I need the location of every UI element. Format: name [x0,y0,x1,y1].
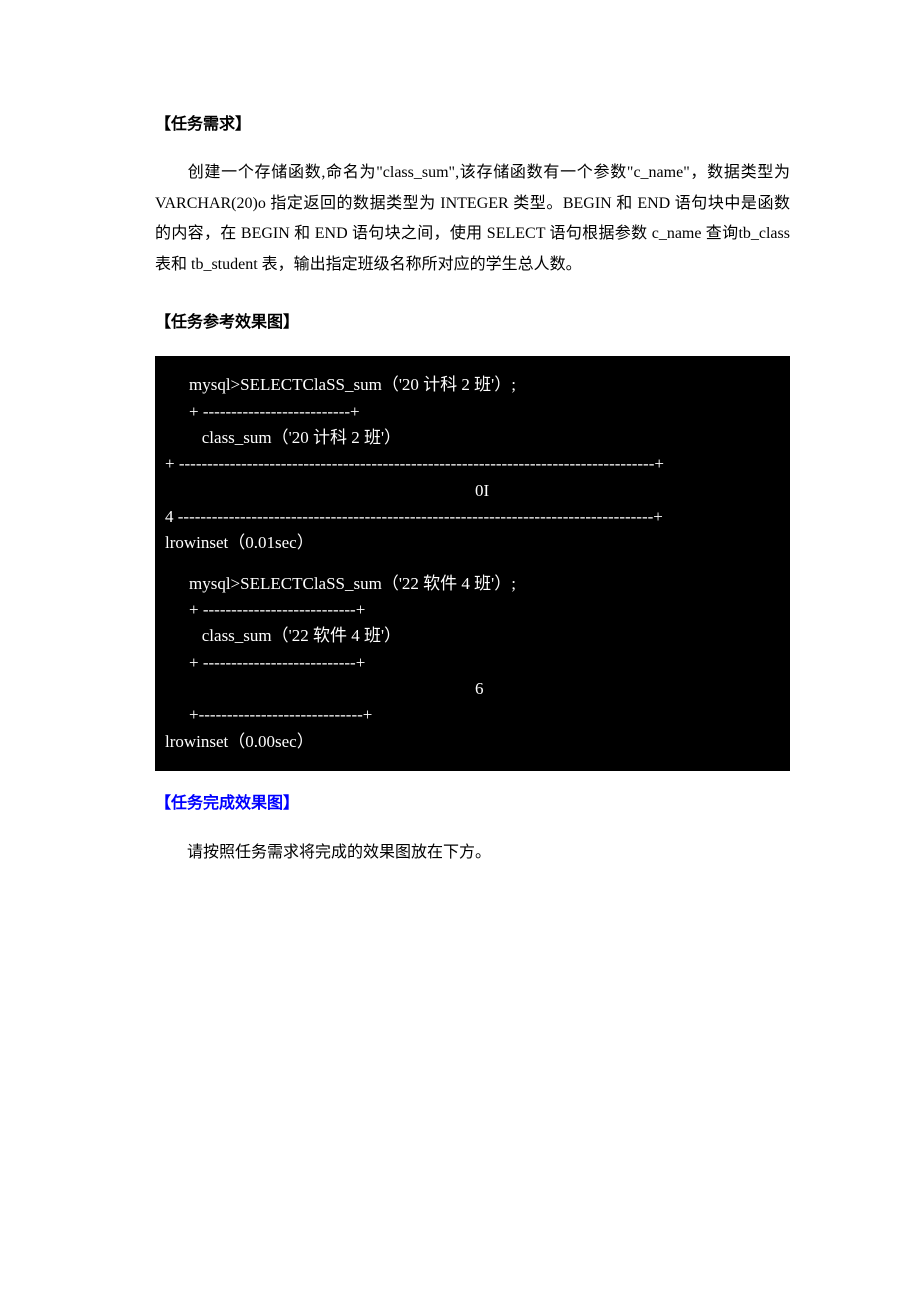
task-completed-heading: 【任务完成效果图】 [155,789,790,819]
task-requirement-heading: 【任务需求】 [155,110,790,140]
terminal-line-sep: + --------------------------+ [155,399,790,425]
document-page: 【任务需求】 创建一个存储函数,命名为"class_sum",该存储函数有一个参… [0,0,920,956]
terminal-line-header1: class_sum（'20 计科 2 班'） [155,425,790,451]
terminal-spacer [155,557,790,571]
task-requirement-body: 创建一个存储函数,命名为"class_sum",该存储函数有一个参数"c_nam… [155,158,790,280]
terminal-line-sep: + --------------------------------------… [155,451,790,477]
terminal-line-query2: mysql>SELECTClaSS_sum（'22 软件 4 班'）; [155,571,790,597]
task-completed-body: 请按照任务需求将完成的效果图放在下方。 [155,838,790,868]
terminal-output: mysql>SELECTClaSS_sum（'20 计科 2 班'）; + --… [155,356,790,771]
task-completed-text: 请按照任务需求将完成的效果图放在下方。 [187,844,491,861]
terminal-line-value2: 6 [155,676,790,702]
terminal-line-rows2: lrowinset（0.00sec） [155,729,790,755]
terminal-line-rows1: lrowinset（0.01sec） [155,530,790,556]
terminal-line-sep: 4 --------------------------------------… [155,504,790,530]
terminal-line-sep: + ---------------------------+ [155,650,790,676]
task-reference-heading: 【任务参考效果图】 [155,308,790,338]
terminal-line-header2: class_sum（'22 软件 4 班'） [155,623,790,649]
terminal-line-sep: +-----------------------------+ [155,702,790,728]
terminal-line-sep: + ---------------------------+ [155,597,790,623]
terminal-line-query1: mysql>SELECTClaSS_sum（'20 计科 2 班'）; [155,372,790,398]
task-requirement-text: 创建一个存储函数,命名为"class_sum",该存储函数有一个参数"c_nam… [155,164,790,272]
terminal-line-value1: 0I [155,478,790,504]
